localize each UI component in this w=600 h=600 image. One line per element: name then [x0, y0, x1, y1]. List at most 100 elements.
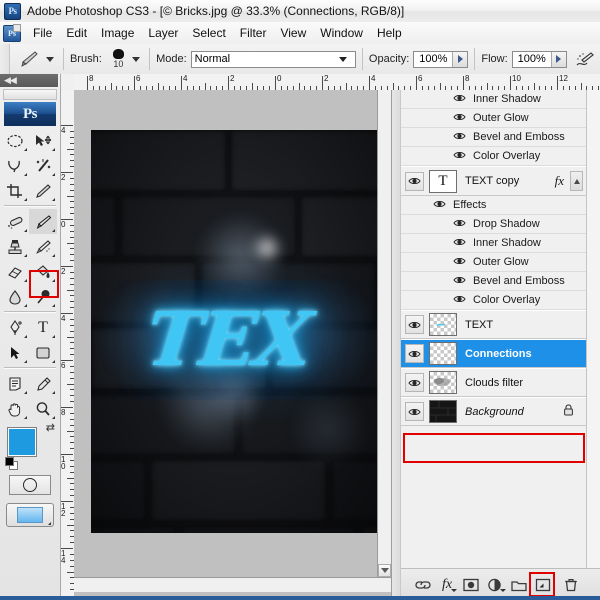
- effect-row-color-overlay[interactable]: Color Overlay: [401, 291, 586, 310]
- toolbox-grip[interactable]: [3, 89, 57, 100]
- brush-preset-chevron-down-icon[interactable]: [45, 56, 54, 62]
- eye-icon[interactable]: [453, 150, 466, 163]
- layer-visibility-toggle[interactable]: [405, 373, 424, 392]
- layer-visibility-toggle[interactable]: [405, 402, 424, 421]
- menu-filter[interactable]: Filter: [233, 24, 274, 42]
- quick-mask-button[interactable]: [9, 475, 51, 495]
- layer-row-background[interactable]: Background: [401, 397, 586, 426]
- layer-mask-button[interactable]: [459, 574, 483, 596]
- horizontal-ruler[interactable]: 8 6 4 2 0 2 4 6 8 10 12: [74, 74, 600, 91]
- zoom-tool[interactable]: [29, 396, 57, 421]
- eye-icon[interactable]: [453, 275, 466, 288]
- brush-tool-icon[interactable]: [16, 48, 41, 70]
- scroll-down-button[interactable]: [378, 564, 391, 577]
- effect-row-color-overlay-top[interactable]: Color Overlay: [401, 147, 586, 166]
- blur-tool[interactable]: [1, 284, 29, 309]
- layer-row-connections[interactable]: Connections: [401, 339, 586, 368]
- collapse-triangle-up-icon[interactable]: [570, 171, 583, 191]
- pen-tool[interactable]: [1, 315, 29, 340]
- eye-icon[interactable]: [453, 256, 466, 269]
- document-image[interactable]: TEX: [91, 130, 377, 533]
- menu-layer[interactable]: Layer: [141, 24, 185, 42]
- effect-row-inner-shadow-top[interactable]: Inner Shadow: [401, 90, 586, 109]
- opacity-slider-button[interactable]: [452, 51, 468, 67]
- layer-thumbnail[interactable]: [429, 400, 457, 423]
- document-horizontal-scrollbar[interactable]: [74, 577, 391, 592]
- layer-row-text-copy[interactable]: T TEXT copy fx: [401, 166, 586, 196]
- opacity-field[interactable]: 100%: [413, 50, 469, 68]
- effect-row-outer-glow-top[interactable]: Outer Glow: [401, 109, 586, 128]
- menu-window[interactable]: Window: [313, 24, 370, 42]
- eye-icon[interactable]: [453, 93, 466, 106]
- type-tool[interactable]: T: [29, 315, 57, 340]
- adjustment-layer-button[interactable]: [483, 574, 507, 596]
- menu-file[interactable]: File: [26, 24, 59, 42]
- hand-tool[interactable]: [1, 396, 29, 421]
- new-group-button[interactable]: [507, 574, 531, 596]
- layer-row-clouds-filter[interactable]: Clouds filter: [401, 368, 586, 397]
- document-canvas-area[interactable]: TEX: [74, 90, 391, 600]
- layer-visibility-toggle[interactable]: [405, 344, 424, 363]
- airbrush-icon[interactable]: [573, 48, 600, 70]
- foreground-color-swatch[interactable]: [7, 427, 37, 457]
- move-tool[interactable]: [29, 128, 57, 153]
- link-layers-button[interactable]: [411, 574, 435, 596]
- rectangle-shape-tool[interactable]: [29, 340, 57, 365]
- effect-row-bevel-emboss[interactable]: Bevel and Emboss: [401, 272, 586, 291]
- brush-tool[interactable]: [29, 209, 57, 234]
- paint-bucket-tool[interactable]: [29, 259, 57, 284]
- effect-row-drop-shadow[interactable]: Drop Shadow: [401, 215, 586, 234]
- layer-thumbnail[interactable]: [429, 313, 457, 336]
- layer-visibility-toggle[interactable]: [405, 315, 424, 334]
- effect-row-outer-glow[interactable]: Outer Glow: [401, 253, 586, 272]
- default-colors-icon[interactable]: [5, 457, 18, 470]
- flow-slider-button[interactable]: [550, 51, 566, 67]
- eye-icon[interactable]: [453, 112, 466, 125]
- lasso-tool[interactable]: [1, 153, 29, 178]
- layer-thumbnail[interactable]: [429, 342, 457, 365]
- slice-tool[interactable]: [29, 178, 57, 203]
- eyedropper-tool[interactable]: [29, 371, 57, 396]
- toolbox-collapse-button[interactable]: ◀◀: [0, 74, 58, 87]
- type-layer-thumbnail[interactable]: T: [429, 169, 457, 193]
- menu-view[interactable]: View: [273, 24, 313, 42]
- menu-edit[interactable]: Edit: [59, 24, 94, 42]
- options-bar-grip[interactable]: [0, 44, 10, 74]
- healing-brush-tool[interactable]: [1, 209, 29, 234]
- vertical-ruler[interactable]: 4 2 0 2 4 6 8 10 12 14: [60, 90, 75, 600]
- layer-visibility-toggle[interactable]: [405, 171, 424, 191]
- fx-icon[interactable]: fx: [555, 173, 564, 189]
- notes-tool[interactable]: [1, 371, 29, 396]
- eye-icon[interactable]: [453, 131, 466, 144]
- clone-stamp-tool[interactable]: [1, 234, 29, 259]
- menu-select[interactable]: Select: [185, 24, 232, 42]
- screen-mode-button[interactable]: [6, 503, 54, 527]
- document-vertical-scrollbar[interactable]: [377, 90, 392, 577]
- swap-colors-icon[interactable]: ⇄: [46, 423, 55, 434]
- blend-mode-select[interactable]: Normal: [190, 50, 356, 68]
- layer-style-button[interactable]: fx: [435, 574, 459, 596]
- magic-wand-tool[interactable]: [29, 153, 57, 178]
- crop-tool[interactable]: [1, 178, 29, 203]
- menu-help[interactable]: Help: [370, 24, 409, 42]
- flow-field[interactable]: 100%: [511, 50, 567, 68]
- eye-icon[interactable]: [453, 218, 466, 231]
- new-layer-button[interactable]: [529, 572, 555, 597]
- elliptical-marquee-tool[interactable]: [1, 128, 29, 153]
- brush-chevron-down-icon[interactable]: [132, 56, 141, 62]
- eye-icon[interactable]: [433, 199, 446, 212]
- effect-row-inner-shadow[interactable]: Inner Shadow: [401, 234, 586, 253]
- history-brush-tool[interactable]: [29, 234, 57, 259]
- layers-panel-scrollbar[interactable]: [586, 90, 600, 568]
- layers-list[interactable]: Inner Shadow Outer Glow Bevel and Emboss…: [401, 90, 586, 568]
- effect-row-bevel-emboss-top[interactable]: Bevel and Emboss: [401, 128, 586, 147]
- layer-thumbnail[interactable]: [429, 371, 457, 394]
- layer-row-text[interactable]: TEXT: [401, 310, 586, 339]
- layers-panel-grip[interactable]: [392, 90, 401, 600]
- eye-icon[interactable]: [453, 237, 466, 250]
- brush-size-preview[interactable]: 10: [108, 49, 129, 69]
- delete-layer-button[interactable]: [559, 574, 583, 596]
- eraser-tool[interactable]: [1, 259, 29, 284]
- dodge-tool[interactable]: [29, 284, 57, 309]
- path-selection-tool[interactable]: [1, 340, 29, 365]
